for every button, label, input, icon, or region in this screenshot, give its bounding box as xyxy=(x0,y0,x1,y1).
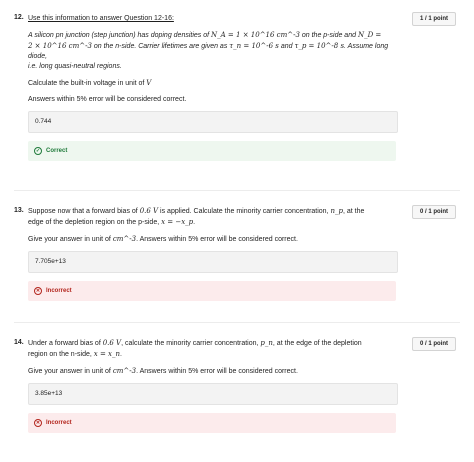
check-circle-icon: ✓ xyxy=(34,147,42,155)
answer-input[interactable]: 7.705e+13 xyxy=(28,251,398,273)
x-circle-icon: ✕ xyxy=(34,287,42,295)
points-badge: 0 / 1 point xyxy=(412,205,456,219)
feedback-correct: ✓ Correct xyxy=(28,141,396,161)
question-number: 14. xyxy=(14,339,24,346)
answer-input[interactable]: 0.744 xyxy=(28,111,398,133)
feedback-label: Incorrect xyxy=(46,420,72,426)
answer-input[interactable]: 3.85e+13 xyxy=(28,383,398,405)
feedback-incorrect: ✕ Incorrect xyxy=(28,413,396,433)
question-prompt: Under a forward bias of 0.6 V, calculate… xyxy=(28,339,362,358)
question-number: 13. xyxy=(14,207,24,214)
question-prompt: Calculate the built-in voltage in unit o… xyxy=(28,79,152,87)
question-number: 12. xyxy=(14,14,24,21)
feedback-label: Correct xyxy=(46,148,68,154)
scenario-text: A silicon pn junction (step junction) ha… xyxy=(28,31,389,70)
points-badge: 1 / 1 point xyxy=(412,12,456,26)
unit-note: Give your answer in unit of cm^-3. Answe… xyxy=(28,235,298,243)
points-badge: 0 / 1 point xyxy=(412,337,456,351)
question-intro[interactable]: Use this information to answer Question … xyxy=(28,15,174,22)
divider xyxy=(14,322,460,323)
x-circle-icon: ✕ xyxy=(34,419,42,427)
divider xyxy=(14,190,460,191)
question-prompt: Suppose now that a forward bias of 0.6 V… xyxy=(28,207,365,226)
feedback-incorrect: ✕ Incorrect xyxy=(28,281,396,301)
feedback-label: Incorrect xyxy=(46,288,72,294)
tolerance-note: Answers within 5% error will be consider… xyxy=(28,96,187,103)
unit-note: Give your answer in unit of cm^-3. Answe… xyxy=(28,367,298,375)
